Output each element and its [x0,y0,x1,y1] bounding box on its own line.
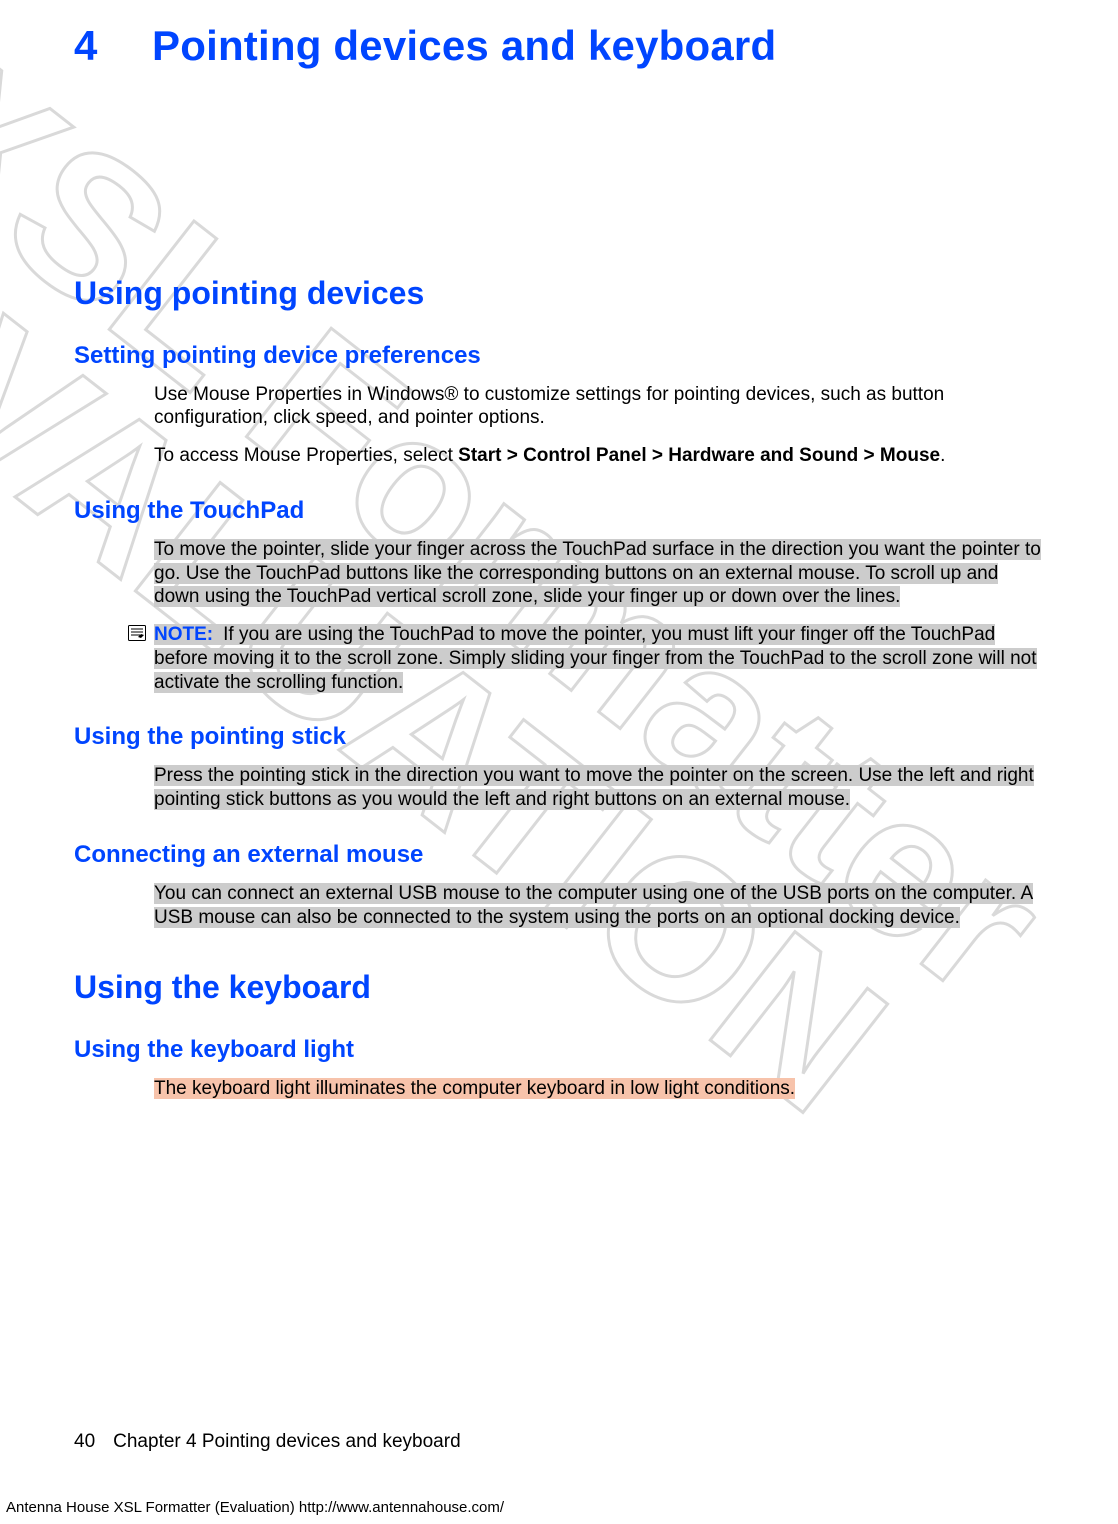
prefs-body: Use Mouse Properties in Windows® to cust… [154,383,1044,468]
subsection-prefs-heading: Setting pointing device preferences [74,341,1044,371]
chapter-title-text: Pointing devices and keyboard [152,22,776,69]
stick-p1: Press the pointing stick in the directio… [154,764,1044,812]
prefs-p2a: To access Mouse Properties, select [154,445,458,466]
chapter-title: 4Pointing devices and keyboard [74,20,1044,73]
mouse-p1: You can connect an external USB mouse to… [154,882,1044,930]
chapter-number: 4 [74,20,152,73]
page-footer: 40 Chapter 4 Pointing devices and keyboar… [74,1430,461,1454]
stick-p1-text: Press the pointing stick in the directio… [154,765,1034,810]
mouse-body: You can connect an external USB mouse to… [154,882,1044,930]
prefs-p1: Use Mouse Properties in Windows® to cust… [154,383,1044,431]
light-body: The keyboard light illuminates the compu… [154,1077,1044,1101]
note-label: NOTE: [154,624,213,645]
touchpad-body: To move the pointer, slide your finger a… [154,538,1044,609]
section-pointing-heading: Using pointing devices [74,273,1044,313]
subsection-light-heading: Using the keyboard light [74,1035,1044,1065]
page-content: 4Pointing devices and keyboard Using poi… [0,0,1118,1524]
prefs-p2: To access Mouse Properties, select Start… [154,444,1044,468]
footer-text: Chapter 4 Pointing devices and keyboard [113,1431,461,1452]
touchpad-note-text: NOTE:If you are using the TouchPad to mo… [154,623,1044,694]
touchpad-p1: To move the pointer, slide your finger a… [154,538,1044,609]
prefs-p2b: Start > Control Panel > Hardware and Sou… [458,445,940,466]
stick-body: Press the pointing stick in the directio… [154,764,1044,812]
subsection-mouse-heading: Connecting an external mouse [74,840,1044,870]
note-body: If you are using the TouchPad to move th… [154,624,1037,693]
prefs-p2c: . [940,445,945,466]
touchpad-p1-text: To move the pointer, slide your finger a… [154,539,1041,608]
subsection-touchpad-heading: Using the TouchPad [74,496,1044,526]
subsection-stick-heading: Using the pointing stick [74,722,1044,752]
touchpad-note: NOTE:If you are using the TouchPad to mo… [128,623,1044,694]
section-keyboard-heading: Using the keyboard [74,967,1044,1007]
light-p1-text: The keyboard light illuminates the compu… [154,1078,795,1099]
note-icon [128,625,146,641]
light-p1: The keyboard light illuminates the compu… [154,1077,1044,1101]
page-number: 40 [74,1431,95,1452]
mouse-p1-text: You can connect an external USB mouse to… [154,883,1033,928]
